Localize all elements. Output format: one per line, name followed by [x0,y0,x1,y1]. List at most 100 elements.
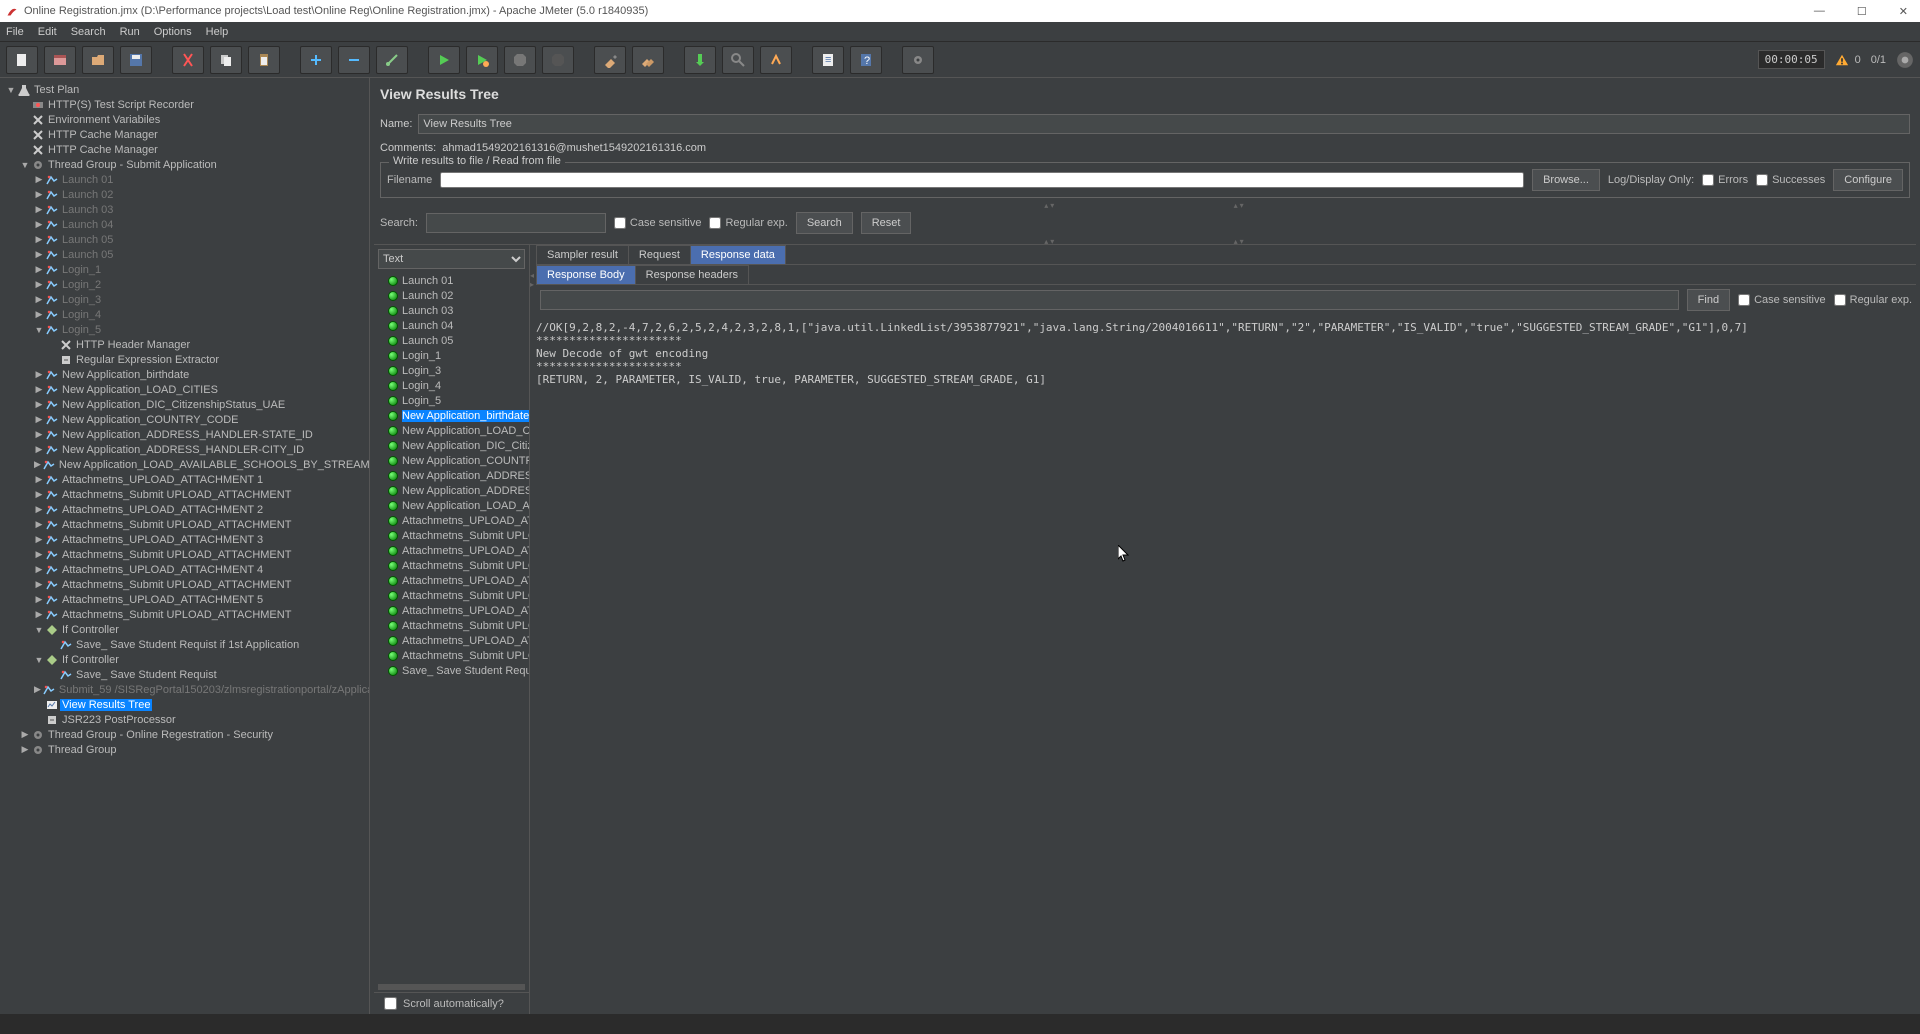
close-button[interactable]: ✕ [1893,5,1914,18]
subtab-response-body[interactable]: Response Body [536,265,636,284]
tree-item[interactable]: Save_ Save Student Requist if 1st Applic… [2,637,367,652]
tree-item[interactable]: ▶New Application_LOAD_AVAILABLE_SCHOOLS_… [2,457,367,472]
tree-item[interactable]: ▶Submit_59 /SISRegPortal150203/zlmsregis… [2,682,367,697]
name-input[interactable] [418,114,1910,134]
tree-item[interactable]: ▶Launch 05 [2,247,367,262]
minimize-button[interactable]: — [1808,5,1831,18]
tree-item[interactable]: ▼Login_5 [2,322,367,337]
result-item[interactable]: Attachmetns_Submit UPLOAD_ATTACHMENT [374,618,529,633]
tree-item[interactable]: ▶Attachmetns_Submit UPLOAD_ATTACHMENT [2,487,367,502]
filename-input[interactable] [440,172,1524,188]
result-item[interactable]: Attachmetns_UPLOAD_ATTACHMENT 5 [374,633,529,648]
response-body-text[interactable]: //OK[9,2,8,2,-4,7,2,6,2,5,2,4,2,3,2,8,1,… [530,315,1916,1014]
clear-all-button[interactable] [632,46,664,74]
result-item[interactable]: Login_3 [374,363,529,378]
tree-item[interactable]: ▶New Application_COUNTRY_CODE [2,412,367,427]
menu-help[interactable]: Help [206,26,229,38]
tree-item[interactable]: ▼If Controller [2,652,367,667]
tree-item[interactable]: ▶Attachmetns_UPLOAD_ATTACHMENT 1 [2,472,367,487]
tree-item[interactable]: ▶Attachmetns_UPLOAD_ATTACHMENT 2 [2,502,367,517]
tree-item[interactable]: ▶Launch 02 [2,187,367,202]
tree-item[interactable]: ▶Launch 03 [2,202,367,217]
result-item[interactable]: Attachmetns_Submit UPLOAD_ATTACHMENT [374,528,529,543]
result-item[interactable]: New Application_COUNTRY_CODE [374,453,529,468]
tree-item[interactable]: HTTP Cache Manager [2,127,367,142]
search-tree-button[interactable] [684,46,716,74]
tree-item[interactable]: ▶New Application_ADDRESS_HANDLER-CITY_ID [2,442,367,457]
find-regex-checkbox[interactable] [1834,294,1846,306]
tree-item[interactable]: HTTP(S) Test Script Recorder [2,97,367,112]
tree-item[interactable]: ▼Test Plan [2,82,367,97]
menu-options[interactable]: Options [154,26,192,38]
search-input[interactable] [426,213,606,233]
tree-item[interactable]: ▶New Application_ADDRESS_HANDLER-STATE_I… [2,427,367,442]
reset-button[interactable]: Reset [861,212,912,234]
tree-item[interactable]: ▶Launch 04 [2,217,367,232]
tree-item[interactable]: ▶Attachmetns_UPLOAD_ATTACHMENT 5 [2,592,367,607]
result-item[interactable]: Attachmetns_UPLOAD_ATTACHMENT 2 [374,543,529,558]
search-case-checkbox[interactable] [614,217,626,229]
tree-item[interactable]: ▶Launch 05 [2,232,367,247]
stop-button[interactable] [504,46,536,74]
result-item[interactable]: Login_5 [374,393,529,408]
new-button[interactable] [6,46,38,74]
result-item[interactable]: Login_1 [374,348,529,363]
menu-edit[interactable]: Edit [38,26,57,38]
tree-item[interactable]: View Results Tree [2,697,367,712]
tree-item[interactable]: HTTP Header Manager [2,337,367,352]
result-item[interactable]: Attachmetns_UPLOAD_ATTACHMENT 1 [374,513,529,528]
renderer-select[interactable]: Text [378,249,525,269]
result-item[interactable]: Launch 05 [374,333,529,348]
result-item[interactable]: New Application_ADDRESS_HANDLER-CITY_ID [374,483,529,498]
tree-item[interactable]: Environment Variabiles [2,112,367,127]
toggle-button[interactable] [376,46,408,74]
test-plan-tree[interactable]: ▼Test PlanHTTP(S) Test Script RecorderEn… [0,78,370,1014]
find-button[interactable]: Find [1687,289,1730,311]
maximize-button[interactable]: ☐ [1851,5,1873,18]
successes-checkbox[interactable] [1756,174,1768,186]
result-item[interactable]: Attachmetns_Submit UPLOAD_ATTACHMENT [374,558,529,573]
tree-item[interactable]: ▶Login_4 [2,307,367,322]
search-reset-button[interactable] [722,46,754,74]
tree-item[interactable]: ▶Login_1 [2,262,367,277]
find-input[interactable] [540,290,1679,310]
result-item[interactable]: Launch 02 [374,288,529,303]
copy-button[interactable] [210,46,242,74]
tree-item[interactable]: ▶Attachmetns_UPLOAD_ATTACHMENT 4 [2,562,367,577]
search-regex-checkbox[interactable] [709,217,721,229]
tree-item[interactable]: ▶New Application_LOAD_CITIES [2,382,367,397]
templates-button[interactable] [44,46,76,74]
menu-search[interactable]: Search [71,26,106,38]
tree-item[interactable]: ▶Login_3 [2,292,367,307]
result-item[interactable]: New Application_LOAD_AVAILABLE_SCHOOLS [374,498,529,513]
tree-item[interactable]: ▶Attachmetns_UPLOAD_ATTACHMENT 3 [2,532,367,547]
menu-run[interactable]: Run [120,26,140,38]
find-case-checkbox[interactable] [1738,294,1750,306]
configure-button[interactable]: Configure [1833,169,1903,191]
result-item[interactable]: Save_ Save Student Requist [374,663,529,678]
result-item[interactable]: New Application_LOAD_CITIES [374,423,529,438]
result-item[interactable]: Login_4 [374,378,529,393]
start-button[interactable] [428,46,460,74]
tree-item[interactable]: Regular Expression Extractor [2,352,367,367]
tree-item[interactable]: Save_ Save Student Requist [2,667,367,682]
tree-item[interactable]: ▶Attachmetns_Submit UPLOAD_ATTACHMENT [2,577,367,592]
cut-button[interactable] [172,46,204,74]
shutdown-button[interactable] [542,46,574,74]
paste-button[interactable] [248,46,280,74]
tree-item[interactable]: ▶Attachmetns_Submit UPLOAD_ATTACHMENT [2,517,367,532]
result-item[interactable]: Launch 03 [374,303,529,318]
function-helper-button[interactable] [760,46,792,74]
result-item[interactable]: Attachmetns_Submit UPLOAD_ATTACHMENT [374,588,529,603]
tree-item[interactable]: ▶Attachmetns_Submit UPLOAD_ATTACHMENT [2,547,367,562]
what-button[interactable]: ? [850,46,882,74]
result-item[interactable]: Launch 01 [374,273,529,288]
tree-item[interactable]: ▼Thread Group - Submit Application [2,157,367,172]
open-button[interactable] [82,46,114,74]
start-no-timers-button[interactable] [466,46,498,74]
subtab-response-headers[interactable]: Response headers [635,265,749,284]
tab-sampler-result[interactable]: Sampler result [536,245,629,264]
tree-item[interactable]: ▶Thread Group [2,742,367,757]
tree-item[interactable]: JSR223 PostProcessor [2,712,367,727]
tree-item[interactable]: ▶Login_2 [2,277,367,292]
